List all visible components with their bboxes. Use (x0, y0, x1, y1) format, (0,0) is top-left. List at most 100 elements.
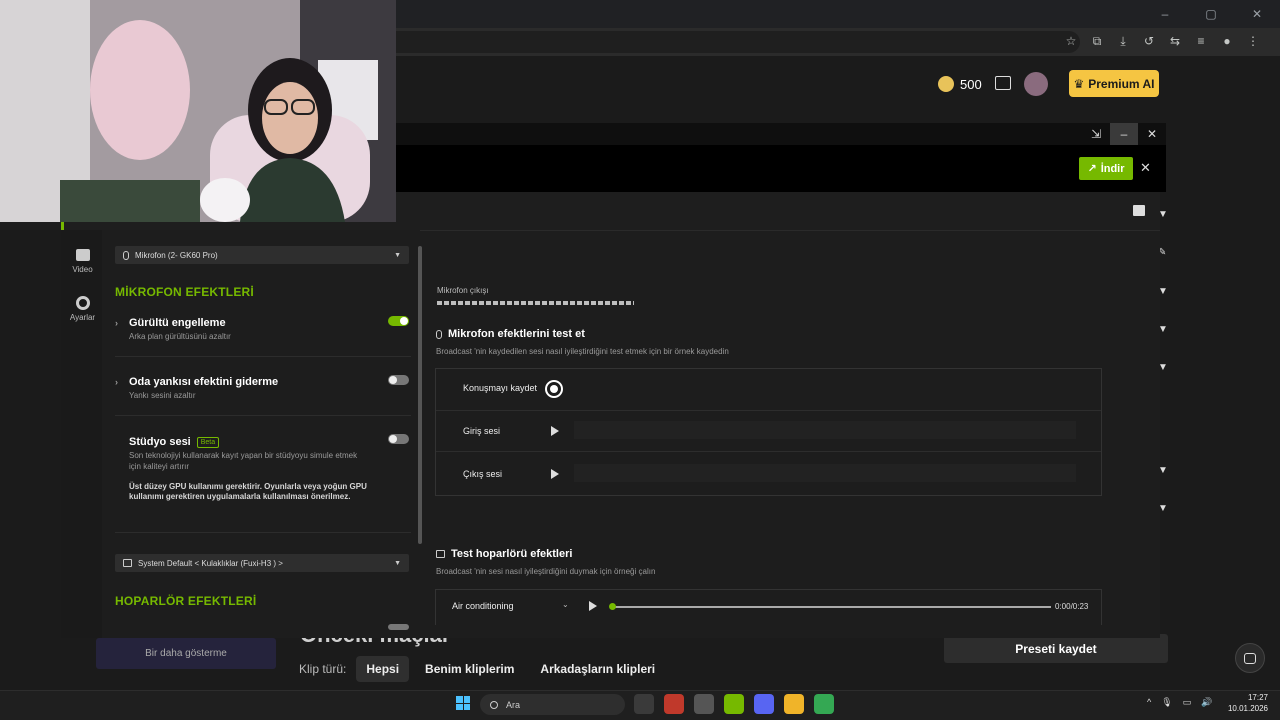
close-icon[interactable]: ✕ (1138, 123, 1166, 145)
save-preset-button[interactable]: Preseti kaydet (944, 634, 1168, 663)
search-placeholder: Ara (506, 699, 521, 710)
sample-seek-bar[interactable] (612, 606, 1051, 608)
clip-type-filter: Klip türü: Hepsi Benim kliplerim Arkadaş… (299, 656, 665, 682)
microphone-icon (123, 250, 129, 260)
inbox-icon[interactable] (995, 76, 1011, 90)
microphone-icon (436, 329, 442, 339)
webcam-overlay (0, 0, 396, 222)
test-speaker-heading: Test hoparlörü efektleri (436, 548, 572, 560)
task-view-icon[interactable] (634, 694, 654, 714)
speaker-icon (436, 550, 445, 558)
profile-icon[interactable]: ● (1220, 32, 1234, 50)
overlay-window-controls: ⇲ – ✕ (1082, 123, 1166, 145)
minimize-icon[interactable]: – (1142, 0, 1188, 28)
app-icon[interactable] (664, 694, 684, 714)
menu-icon[interactable]: ⋮ (1246, 32, 1260, 50)
divider (115, 415, 411, 416)
play-icon[interactable] (551, 469, 559, 479)
translate-icon[interactable]: ⇆ (1168, 32, 1182, 50)
test-speaker-title: Test hoparlörü efektleri (451, 548, 573, 560)
chevron-up-icon[interactable]: ^ (1147, 697, 1151, 708)
external-link-icon: ↗ (1087, 163, 1097, 175)
reading-list-icon[interactable]: ≡ (1194, 32, 1208, 50)
effect-desc: Arka plan gürültüsünü azaltır (129, 332, 231, 341)
speaker-effect-toggle[interactable] (388, 624, 409, 630)
record-icon (550, 385, 558, 393)
app-icon[interactable] (694, 694, 714, 714)
gear-icon (75, 296, 90, 310)
speaker-select[interactable]: System Default < Kulaklıklar (Fuxi-H3 ) … (115, 554, 409, 572)
premium-ai-button[interactable]: ♛ Premium AI (1069, 70, 1159, 97)
room-echo-toggle[interactable] (388, 375, 409, 385)
output-audio-label: Çıkış sesi (463, 469, 503, 479)
nvidia-icon[interactable] (724, 694, 744, 714)
volume-icon[interactable]: 🔊 (1201, 697, 1212, 708)
webcam-image (0, 0, 396, 222)
download-icon[interactable]: ⤓ (1116, 32, 1130, 50)
play-icon[interactable] (551, 426, 559, 436)
minimize-icon[interactable]: – (1110, 123, 1138, 145)
history-icon[interactable]: ↺ (1142, 32, 1156, 50)
chat-button[interactable] (1235, 643, 1265, 673)
video-icon (75, 249, 90, 261)
system-tray: ^ 🎙 ▭ 🔊 (1147, 697, 1212, 708)
browser-toolbar-icons: ☆ ⧉ ⤓ ↺ ⇆ ≡ ● ⋮ (1064, 32, 1260, 50)
effect-room-echo[interactable]: › Oda yankısı efektini giderme Yankı sesi… (115, 376, 411, 402)
extensions-icon[interactable]: ⧉ (1090, 32, 1104, 50)
dont-show-again-button[interactable]: Bir daha gösterme (96, 638, 276, 669)
feedback-icon[interactable] (1133, 205, 1145, 216)
nav-item-settings[interactable]: Ayarlar (61, 296, 104, 322)
overlay-header (396, 145, 1166, 192)
effect-name: Gürültü engelleme (129, 317, 226, 329)
effect-studio-voice[interactable]: Stüdyo sesi Beta Son teknolojiyi kullanar… (115, 436, 411, 503)
maximize-icon[interactable]: ▢ (1188, 0, 1234, 28)
divider (115, 356, 411, 357)
test-mic-desc: Broadcast 'nin kaydedilen sesi nasıl iyi… (436, 347, 729, 356)
bookmark-star-icon[interactable]: ☆ (1064, 32, 1078, 50)
chevron-down-icon[interactable]: ⌄ (562, 600, 569, 609)
chevron-right-icon: › (115, 318, 118, 328)
effect-name: Oda yankısı efektini giderme (129, 376, 279, 388)
taskbar-clock[interactable]: 17:27 10.01.2026 (1222, 693, 1268, 715)
clip-type-mine[interactable]: Benim kliplerim (415, 656, 524, 682)
effect-noise-removal[interactable]: › Gürültü engelleme Arka plan gürültüsünü… (115, 317, 411, 343)
clip-type-label: Klip türü: (299, 662, 347, 676)
close-icon[interactable]: ✕ (1234, 0, 1280, 28)
taskbar-apps (634, 694, 834, 714)
sample-select[interactable]: Air conditioning (452, 601, 514, 611)
address-bar[interactable] (396, 31, 1080, 53)
chevron-right-icon: › (115, 377, 118, 387)
clip-type-friends[interactable]: Arkadaşların klipleri (530, 656, 665, 682)
download-button[interactable]: ↗ İndir (1079, 157, 1133, 180)
effect-warning: Üst düzey GPU kullanımı gerektirir. Oyun… (129, 481, 367, 502)
play-icon[interactable] (589, 601, 597, 611)
app-icon[interactable] (784, 694, 804, 714)
noise-removal-toggle[interactable] (388, 316, 409, 326)
nav-item-video[interactable]: Video (61, 249, 104, 274)
mic-effects-title: MİKROFON EFEKTLERİ (115, 285, 254, 299)
beta-badge: Beta (196, 436, 220, 448)
search-icon (490, 700, 498, 709)
record-button[interactable] (545, 380, 563, 398)
chevron-down-icon: ▼ (394, 559, 401, 567)
chevron-down-icon: ▼ (394, 251, 401, 259)
effect-desc: Yankı sesini azaltır (129, 391, 196, 400)
scrollbar[interactable] (418, 246, 422, 544)
mic-select-value: Mikrofon (2- GK60 Pro) (135, 250, 218, 260)
record-row: Konuşmayı kaydet (436, 369, 1101, 411)
discord-icon[interactable] (754, 694, 774, 714)
studio-voice-toggle[interactable] (388, 434, 409, 444)
clip-type-all[interactable]: Hepsi (356, 656, 410, 682)
network-icon[interactable]: ▭ (1183, 697, 1192, 708)
nav-label: Video (72, 265, 93, 274)
close-icon[interactable]: ✕ (1140, 160, 1151, 176)
user-avatar[interactable] (1024, 72, 1048, 96)
windows-start-icon[interactable] (456, 696, 470, 710)
taskbar-search[interactable]: Ara (480, 694, 625, 715)
chrome-icon[interactable] (814, 694, 834, 714)
microphone-icon[interactable]: 🎙 (1161, 697, 1172, 708)
seek-knob[interactable] (609, 603, 616, 610)
record-label: Konuşmayı kaydet (463, 383, 538, 393)
microphone-select[interactable]: Mikrofon (2- GK60 Pro) ▼ (115, 246, 409, 264)
popout-icon[interactable]: ⇲ (1082, 123, 1110, 145)
